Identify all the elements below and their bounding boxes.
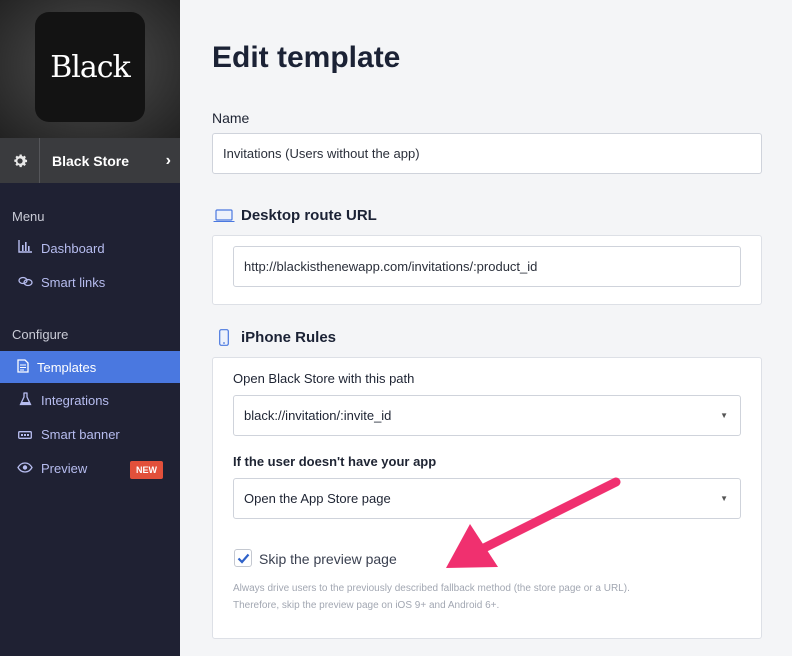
annotation-arrow <box>446 477 621 568</box>
